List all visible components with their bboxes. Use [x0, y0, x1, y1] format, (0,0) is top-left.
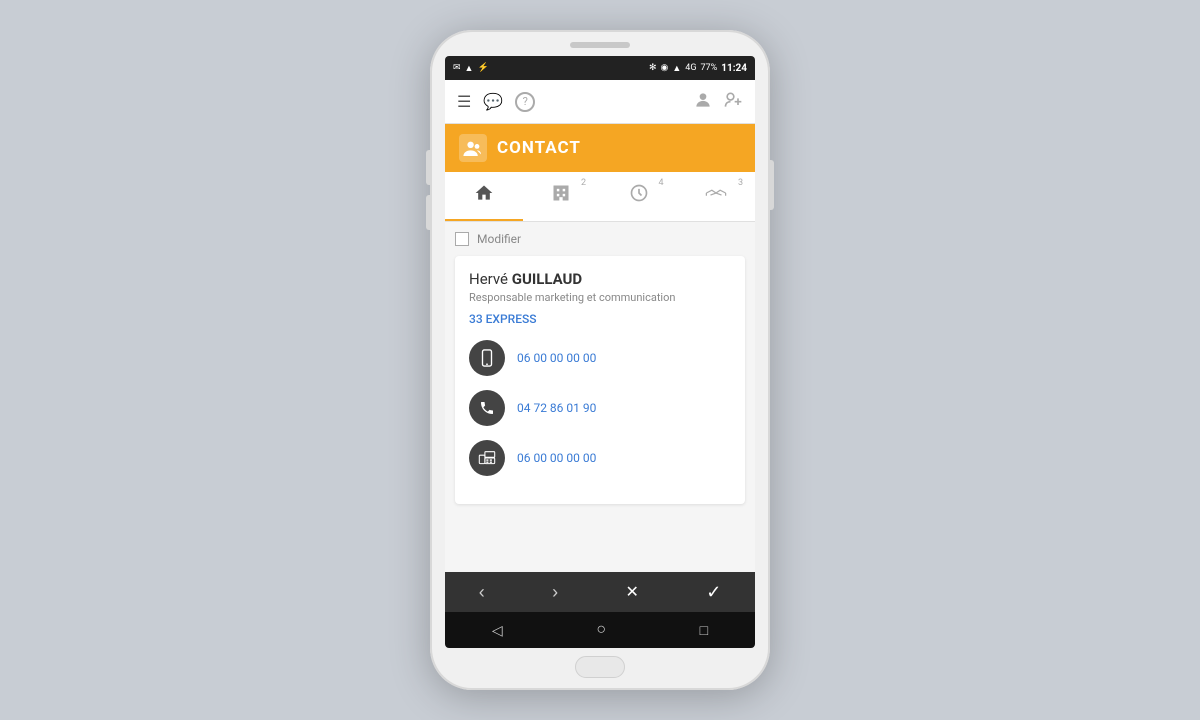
- status-bar-left: ✉ ▲ ⚡: [453, 63, 489, 74]
- fax-circle[interactable]: [469, 440, 505, 476]
- signal-4g-icon: 4G: [685, 63, 696, 73]
- tab-building[interactable]: 2: [523, 172, 601, 221]
- tab-bar: 2 4 3: [445, 172, 755, 222]
- mobile-phone-circle[interactable]: [469, 340, 505, 376]
- handshake-icon: [705, 185, 727, 206]
- tab-clock[interactable]: 4: [600, 172, 678, 221]
- modifier-row: Modifier: [455, 232, 745, 246]
- bluetooth-icon: ✻: [649, 63, 657, 73]
- status-time: 11:24: [721, 63, 747, 74]
- bolt-icon: ⚡: [477, 63, 488, 73]
- add-contact-icon[interactable]: [723, 90, 743, 114]
- contact-first-name: Hervé: [469, 270, 512, 288]
- battery-icon: 77%: [701, 63, 718, 73]
- contact-name: Hervé GUILLAUD: [469, 270, 731, 288]
- tab-clock-badge: 4: [658, 178, 663, 188]
- android-recent-button[interactable]: □: [700, 622, 708, 638]
- content-area: Modifier Hervé GUILLAUD Responsable mark…: [445, 222, 755, 572]
- app-toolbar: ☰ 💬 ?: [445, 80, 755, 124]
- volume-down-button: [426, 195, 430, 230]
- contact-last-name: GUILLAUD: [512, 270, 582, 288]
- tab-handshake[interactable]: 3: [678, 172, 756, 221]
- toolbar-left: ☰ 💬 ?: [457, 92, 535, 112]
- phone-row-fax: 06 00 00 00 00: [469, 440, 731, 476]
- close-button[interactable]: ✕: [613, 578, 650, 606]
- menu-icon[interactable]: ☰: [457, 92, 471, 111]
- tab-building-badge: 2: [581, 178, 586, 188]
- status-bar-right: ✻ ◉ ▲ 4G 77% 11:24: [649, 63, 747, 74]
- status-bar: ✉ ▲ ⚡ ✻ ◉ ▲ 4G 77% 11:24: [445, 56, 755, 80]
- android-home-button[interactable]: ○: [596, 621, 606, 639]
- modifier-checkbox[interactable]: [455, 232, 469, 246]
- landline-phone-number[interactable]: 04 72 86 01 90: [517, 401, 596, 415]
- contact-banner-icon-wrapper: [459, 134, 487, 162]
- signal-icon: ▲: [672, 63, 681, 74]
- forward-button[interactable]: ›: [540, 578, 570, 607]
- profile-icon[interactable]: [693, 90, 713, 114]
- people-icon: [463, 140, 483, 156]
- tab-home[interactable]: [445, 172, 523, 221]
- help-icon[interactable]: ?: [515, 92, 535, 112]
- phone-frame: ✉ ▲ ⚡ ✻ ◉ ▲ 4G 77% 11:24 ☰ 💬 ?: [430, 30, 770, 690]
- tab-handshake-badge: 3: [738, 178, 743, 188]
- phone-row-landline: 04 72 86 01 90: [469, 390, 731, 426]
- contact-banner-title: CONTACT: [497, 138, 581, 158]
- confirm-button[interactable]: ✓: [694, 578, 733, 607]
- android-icon: ◉: [661, 63, 669, 73]
- chat-icon[interactable]: 💬: [483, 92, 503, 111]
- back-button[interactable]: ‹: [467, 578, 497, 607]
- phone-circle[interactable]: [469, 390, 505, 426]
- contact-job-title: Responsable marketing et communication: [469, 291, 731, 304]
- bottom-action-bar: ‹ › ✕ ✓: [445, 572, 755, 612]
- fax-number[interactable]: 06 00 00 00 00: [517, 451, 596, 465]
- home-button[interactable]: [575, 656, 625, 678]
- phone-row-mobile: 06 00 00 00 00: [469, 340, 731, 376]
- wifi-icon: ▲: [465, 63, 474, 74]
- volume-up-button: [426, 150, 430, 185]
- android-back-button[interactable]: ◁: [492, 622, 503, 639]
- contact-banner: CONTACT: [445, 124, 755, 172]
- building-icon: [551, 183, 571, 208]
- modifier-label: Modifier: [477, 232, 521, 246]
- phone-speaker: [570, 42, 630, 48]
- power-button: [770, 160, 774, 210]
- android-nav-bar: ◁ ○ □: [445, 612, 755, 648]
- mobile-phone-number[interactable]: 06 00 00 00 00: [517, 351, 596, 365]
- envelope-icon: ✉: [453, 63, 461, 73]
- phone-screen: ✉ ▲ ⚡ ✻ ◉ ▲ 4G 77% 11:24 ☰ 💬 ?: [445, 56, 755, 648]
- home-icon: [474, 183, 494, 208]
- clock-icon: [629, 183, 649, 208]
- toolbar-right: [693, 90, 743, 114]
- contact-company[interactable]: 33 EXPRESS: [469, 312, 731, 326]
- contact-card: Hervé GUILLAUD Responsable marketing et …: [455, 256, 745, 504]
